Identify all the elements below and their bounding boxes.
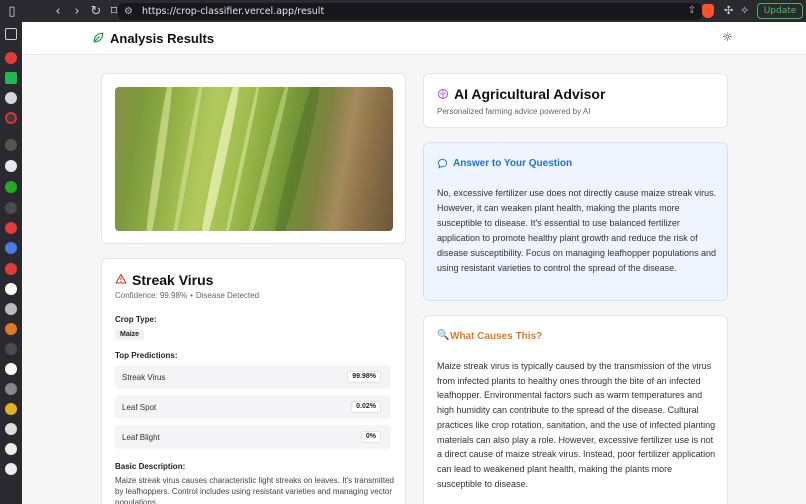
answer-text: No, excessive fertilizer use does not di… (437, 188, 717, 273)
brain-icon (438, 89, 448, 99)
app-blue-star-icon[interactable] (5, 242, 17, 254)
sidebar-toggle-icon[interactable]: ▯ (4, 3, 20, 19)
causes-title: What Causes This? (450, 331, 543, 342)
reload-icon[interactable]: ↻ (88, 3, 104, 19)
update-button[interactable]: Update (757, 3, 803, 19)
answer-title: Answer to Your Question (453, 158, 573, 169)
warning-triangle-icon (115, 273, 127, 284)
extensions-icon[interactable]: ✣ (724, 4, 733, 17)
advisor-title: AI Agricultural Advisor (454, 86, 606, 102)
app-gray-icon[interactable] (5, 92, 17, 104)
app-face2-icon[interactable] (5, 463, 17, 475)
forward-icon[interactable]: › (69, 3, 85, 19)
top-predictions-label: Top Predictions: (115, 351, 178, 360)
disease-name: Streak Virus (132, 272, 214, 288)
app-active-icon[interactable] (5, 383, 17, 395)
uploaded-leaf-image (115, 87, 393, 231)
back-icon[interactable]: ‹ (50, 3, 66, 19)
app-dark-icon[interactable] (5, 139, 17, 151)
app-gray-ring-icon[interactable] (5, 303, 17, 315)
advisor-card: AI Agricultural Advisor Personalized far… (423, 73, 728, 128)
prediction-value-badge: 99.98% (347, 371, 381, 383)
address-bar[interactable]: ⚙ https://crop-classifier.vercel.app/res… (118, 3, 702, 20)
magnifier-icon: 🔍 (437, 330, 450, 341)
app-bird-icon[interactable] (5, 423, 17, 435)
prediction-name: Streak Virus (122, 373, 166, 382)
crop-type-label: Crop Type: (115, 315, 157, 324)
page: Analysis Results ☼ Streak Virus Confiden… (22, 22, 806, 504)
app-muted-icon[interactable] (5, 202, 17, 214)
prediction-row: Leaf Blight 0% (115, 425, 391, 449)
app-white-icon[interactable] (5, 283, 17, 295)
chat-bubble-icon (437, 158, 448, 169)
brave-shield-icon[interactable] (702, 4, 714, 18)
leaf-icon (93, 32, 104, 43)
app-face-icon[interactable] (5, 443, 17, 455)
ai-sparkle-icon[interactable]: ✧ (740, 4, 749, 17)
basic-description-text: Maize streak virus causes characteristic… (115, 476, 394, 504)
causes-text: Maize streak virus is typically caused b… (437, 361, 716, 489)
prediction-name: Leaf Blight (122, 433, 160, 442)
basic-description-label: Basic Description: (115, 462, 186, 471)
diagnosis-card: Streak Virus Confidence: 99.98% • Disease … (101, 258, 406, 504)
page-title: Analysis Results (110, 31, 215, 46)
app-orange-icon[interactable] (5, 323, 17, 335)
youtube-icon[interactable] (5, 222, 17, 234)
app-header: Analysis Results ☼ (22, 22, 806, 55)
prediction-row: Streak Virus 99.98% (115, 365, 391, 389)
youtube-icon[interactable] (5, 52, 17, 64)
youtube-icon[interactable] (5, 263, 17, 275)
app-yellow-icon[interactable] (5, 403, 17, 415)
share-icon[interactable]: ⇪ (688, 5, 696, 16)
site-settings-icon[interactable]: ⚙ (124, 6, 133, 17)
app-white-triangle-icon[interactable] (5, 363, 17, 375)
answer-card: Answer to Your Question No, excessive fe… (423, 142, 728, 301)
causes-card: 🔍 What Causes This? Maize streak virus i… (423, 315, 728, 504)
browser-toolbar: ▯ ‹ › ↻ ⌑ ⚙ https://crop-classifier.verc… (0, 0, 806, 22)
prediction-row: Leaf Spot 0.02% (115, 395, 391, 419)
app-green-ring-icon[interactable] (5, 181, 17, 193)
crop-type-badge: Maize (115, 329, 145, 340)
image-card (101, 73, 406, 244)
sidebar-panel-icon[interactable] (5, 28, 17, 40)
github-icon[interactable] (5, 160, 17, 172)
app-dim-icon[interactable] (5, 343, 17, 355)
prediction-name: Leaf Spot (122, 403, 157, 412)
browser-sidebar (0, 22, 22, 504)
advisor-subtitle: Personalized farming advice powered by A… (437, 107, 591, 116)
confidence-line: Confidence: 99.98% • Disease Detected (115, 291, 260, 300)
prediction-value-badge: 0% (360, 431, 381, 443)
prediction-value-badge: 0.02% (351, 401, 381, 413)
confidence-text: Confidence: 99.98% (115, 291, 188, 300)
app-red-ring-icon[interactable] (5, 112, 17, 124)
status-text: Disease Detected (195, 291, 260, 300)
sun-icon[interactable]: ☼ (722, 30, 733, 44)
url-text: https://crop-classifier.vercel.app/resul… (141, 6, 325, 17)
app-green-icon[interactable] (5, 72, 17, 84)
